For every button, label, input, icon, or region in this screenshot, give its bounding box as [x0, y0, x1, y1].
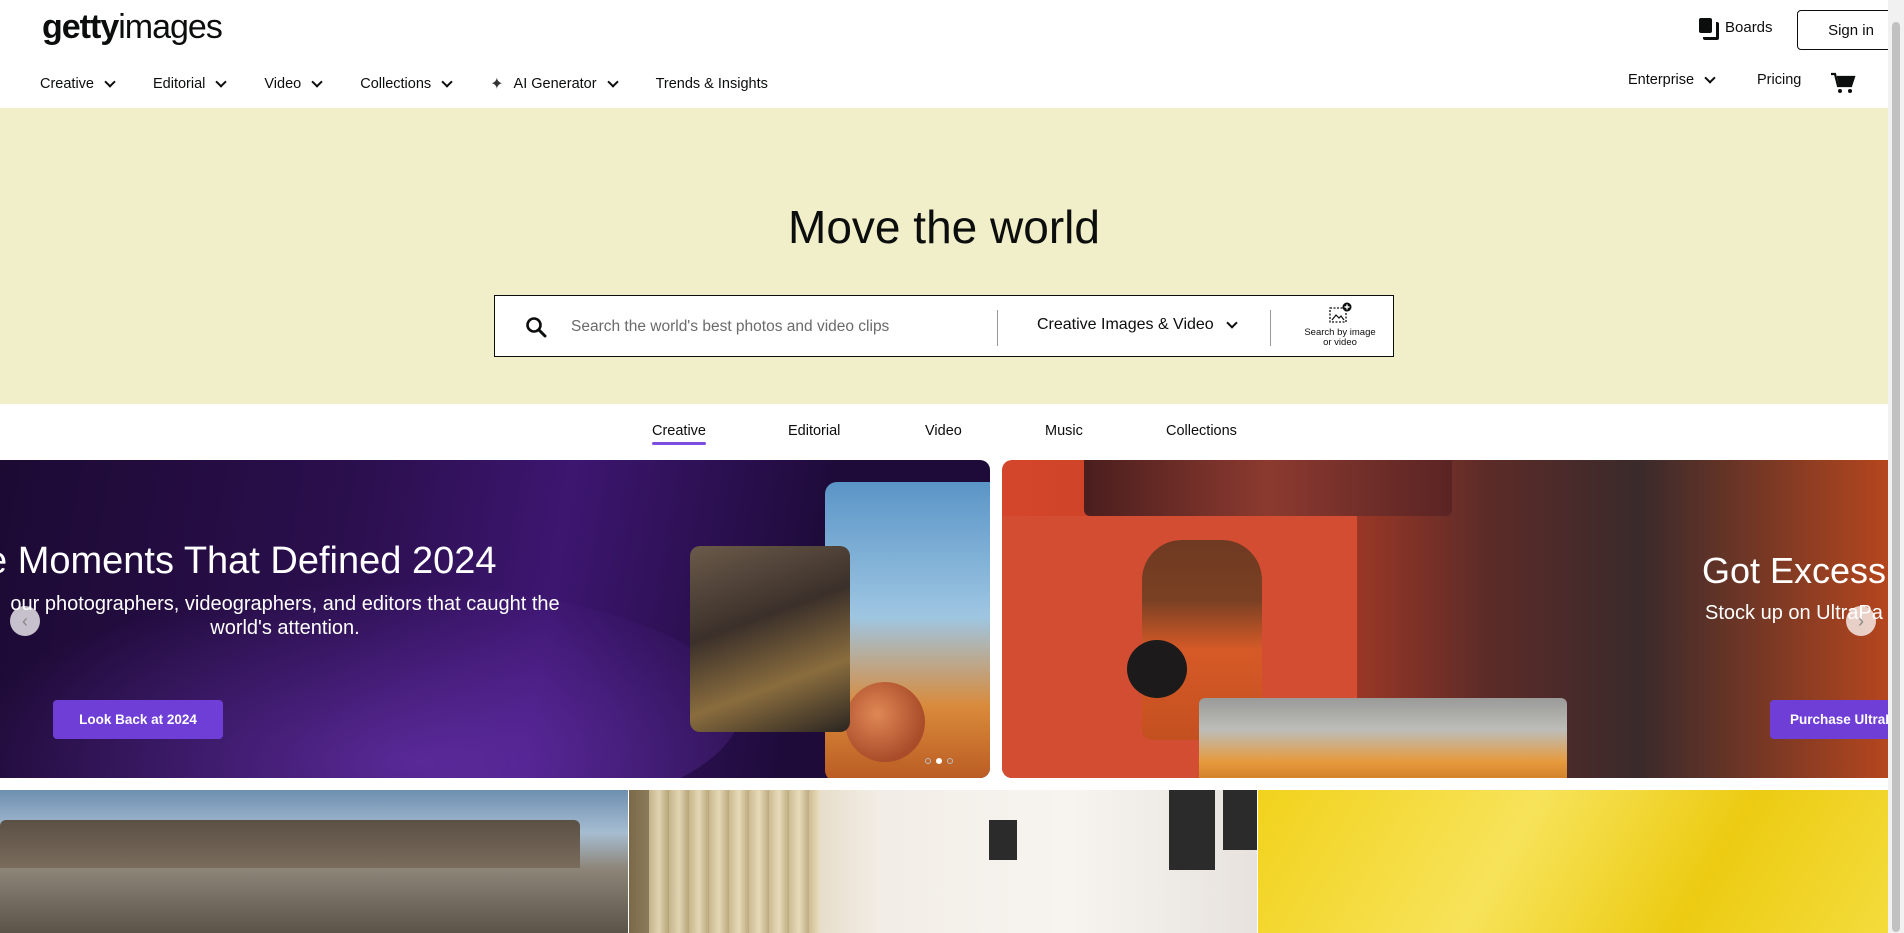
carousel-prev-button[interactable]: ‹ [10, 606, 40, 636]
boards-link[interactable]: Boards [1699, 18, 1773, 40]
page-scrollbar[interactable] [1888, 0, 1904, 933]
slide-photo-fruit [1084, 460, 1452, 516]
search-divider [1270, 310, 1271, 346]
search-type-dropdown[interactable]: Creative Images & Video [1037, 316, 1238, 334]
boards-icon [1699, 18, 1719, 40]
nav-item-ai-generator[interactable]: ✦ AI Generator [490, 74, 619, 94]
curtain-lights-image [649, 790, 819, 933]
nav-item-label: Collections [360, 76, 432, 92]
nav-item-label: Trends & Insights [655, 76, 768, 92]
slide-subtitle: our photographers, videographers, and ed… [0, 592, 570, 640]
tab-editorial[interactable]: Editorial [788, 423, 840, 439]
image-tile-building[interactable] [0, 790, 628, 933]
logo-light-text: images [118, 8, 223, 46]
carousel-slide-ultrapack[interactable]: Got Excess I Stock up on UltraPa Purchas… [1002, 460, 1888, 778]
chevron-down-icon [1226, 317, 1238, 329]
hero-section: Move the world Creative Images & Video S… [0, 108, 1888, 404]
image-tile-interior[interactable] [629, 790, 1257, 933]
wall-frame-image [989, 820, 1017, 860]
nav-item-collections[interactable]: Collections [360, 76, 453, 92]
slide-photo-cake [1199, 698, 1567, 778]
chevron-down-icon [215, 76, 228, 88]
chevron-down-icon [441, 76, 453, 88]
search-divider [997, 310, 998, 346]
tab-creative[interactable]: Creative [652, 423, 706, 445]
chevron-left-icon: ‹ [22, 610, 28, 631]
enterprise-label: Enterprise [1628, 72, 1695, 88]
wall-frame-image [1169, 790, 1215, 870]
carousel-dot[interactable] [947, 758, 953, 764]
chevron-down-icon [104, 76, 116, 88]
image-search-icon [1329, 302, 1352, 323]
image-tile-yellow-texture[interactable] [1258, 790, 1888, 933]
nav-item-label: Editorial [153, 76, 206, 92]
hero-title: Move the world [788, 201, 1100, 253]
tab-music[interactable]: Music [1045, 423, 1083, 439]
search-icon[interactable] [525, 316, 547, 338]
search-bar: Creative Images & Video Search by image … [494, 295, 1394, 357]
search-input[interactable] [569, 310, 979, 344]
chevron-down-icon [311, 76, 323, 88]
slide-photo-crowd [690, 546, 850, 732]
chevron-down-icon [606, 76, 619, 88]
basketball-image [845, 682, 925, 762]
chevron-down-icon [1704, 72, 1716, 84]
nav-item-enterprise[interactable]: Enterprise [1628, 72, 1716, 88]
nav-item-trends-insights[interactable]: Trends & Insights [656, 76, 768, 92]
nav-item-label: Video [264, 76, 302, 92]
boards-label: Boards [1725, 18, 1773, 36]
tab-video[interactable]: Video [925, 423, 962, 439]
carousel-dots [925, 758, 953, 764]
slide-subtitle-line2: world's attention. [210, 617, 360, 639]
slide-title: e Moments That Defined 2024 [0, 540, 497, 582]
search-type-label: Creative Images & Video [1037, 316, 1214, 333]
reverse-search-button[interactable]: Search by image or video [1295, 302, 1385, 348]
carousel-dot-active[interactable] [936, 758, 942, 764]
nav-item-creative[interactable]: Creative [40, 76, 116, 92]
scrollbar-thumb[interactable] [1892, 22, 1900, 932]
nav-item-video[interactable]: Video [264, 76, 323, 92]
site-header: gettyimages Boards Sign in Creative Edit… [0, 0, 1904, 108]
main-nav: Creative Editorial Video Collections ✦ A… [40, 72, 807, 96]
carousel-dot[interactable] [925, 758, 931, 764]
nav-item-editorial[interactable]: Editorial [153, 76, 228, 92]
tab-collections[interactable]: Collections [1166, 423, 1237, 439]
logo-bold-text: getty [42, 8, 119, 46]
carousel-slide-2024[interactable]: e Moments That Defined 2024 our photogra… [0, 460, 990, 778]
chevron-right-icon: › [1858, 610, 1864, 631]
slide-title: Got Excess I [1702, 550, 1888, 591]
nav-item-pricing[interactable]: Pricing [1757, 72, 1801, 88]
nav-item-label: AI Generator [513, 76, 597, 92]
cart-icon[interactable] [1830, 72, 1856, 94]
sparkle-icon: ✦ [490, 76, 504, 93]
carousel-next-button[interactable]: › [1846, 606, 1876, 636]
look-back-button[interactable]: Look Back at 2024 [53, 700, 223, 739]
building-roof-image [0, 820, 580, 868]
getty-images-logo[interactable]: gettyimages [42, 8, 223, 47]
wall-frame-image [1223, 790, 1257, 850]
nav-item-label: Creative [40, 76, 94, 92]
boxing-glove-image [1127, 640, 1187, 698]
slide-subtitle-line1: our photographers, videographers, and ed… [10, 593, 560, 615]
reverse-search-line2: or video [1323, 337, 1357, 348]
content-tabs: Creative Editorial Video Music Collectio… [0, 404, 1888, 460]
purchase-ultrapack-button[interactable]: Purchase UltraP [1770, 700, 1888, 739]
